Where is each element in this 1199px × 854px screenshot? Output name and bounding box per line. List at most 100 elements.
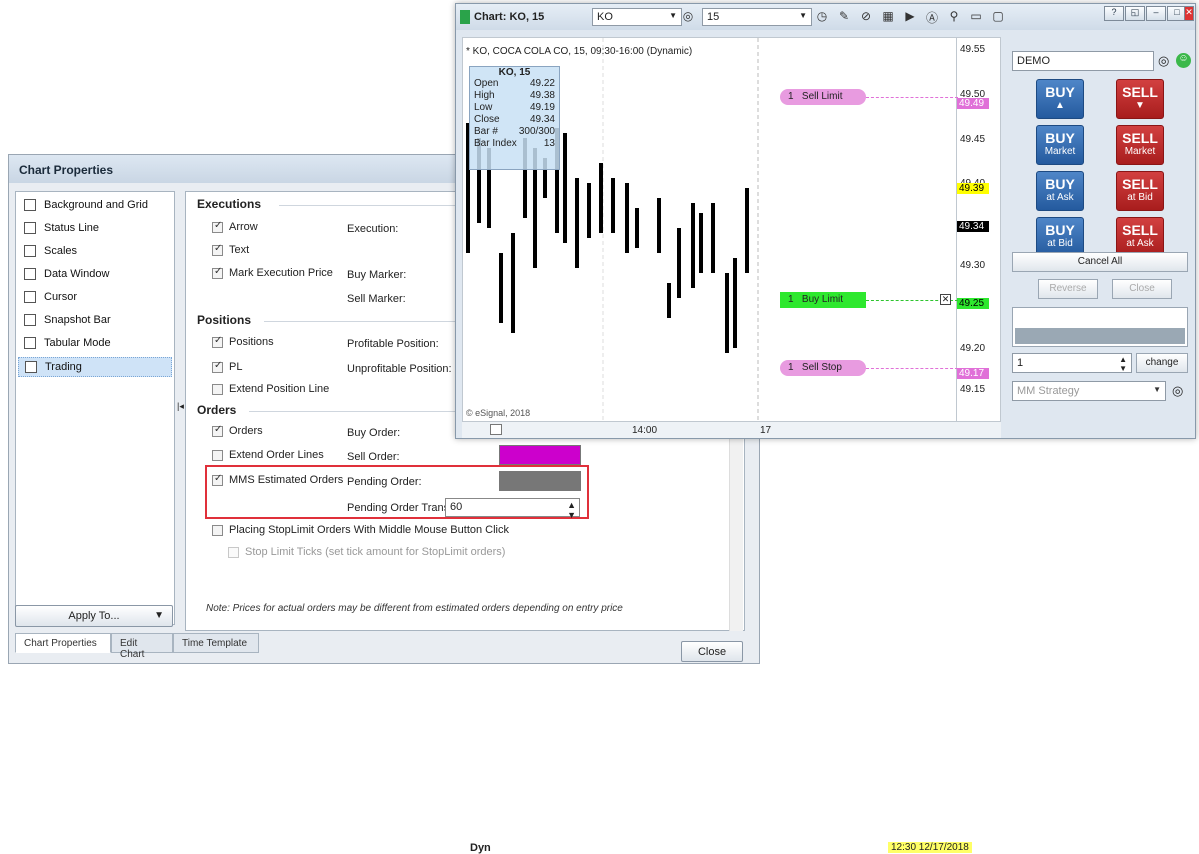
interval-input[interactable]: 15 ▼: [702, 8, 812, 26]
tab-time-template[interactable]: Time Template: [173, 633, 259, 653]
cancel-order-icon[interactable]: ✕: [940, 294, 951, 305]
stop-limit-ticks-checkbox[interactable]: [228, 547, 239, 558]
ohlc-value: 49.38: [529, 90, 555, 101]
nav-item-snapshot-bar[interactable]: Snapshot Bar: [18, 311, 172, 331]
account-link-icon[interactable]: ◎: [1158, 53, 1169, 69]
symbol-input[interactable]: KO ▼: [592, 8, 682, 26]
trade-button-sublabel: ▼: [1135, 100, 1145, 111]
sell-button-3[interactable]: SELL Market: [1116, 125, 1164, 165]
price-bar: [575, 178, 579, 268]
close-icon[interactable]: ✕: [1184, 6, 1194, 21]
sell-stop-order[interactable]: 1 Sell Stop: [780, 360, 866, 376]
trade-button-sublabel: Market: [1044, 146, 1076, 157]
quantity-stepper[interactable]: 1 ▲ ▼: [1012, 353, 1132, 373]
nav-item-scales[interactable]: Scales: [18, 242, 172, 262]
trade-close-button[interactable]: Close: [1112, 279, 1172, 299]
close-button[interactable]: Close: [681, 641, 743, 662]
indicator-icon[interactable]: ⊘: [858, 9, 874, 25]
nav-item-data-window[interactable]: Data Window: [18, 265, 172, 285]
mms-estimated-label: MMS Estimated Orders: [229, 474, 344, 486]
mark-execution-checkbox[interactable]: [212, 266, 223, 279]
extend-position-checkbox[interactable]: [212, 384, 223, 395]
trade-button-sublabel: at Bid: [1047, 238, 1073, 249]
extend-position-label: Extend Position Line: [229, 383, 330, 395]
execution-label: Execution:: [347, 223, 399, 235]
section-orders: Orders: [197, 403, 237, 417]
buy-button-0[interactable]: BUY ▲: [1036, 79, 1084, 119]
ohlc-row: Close 49.34: [470, 114, 559, 126]
sell-button-1[interactable]: SELL ▼: [1116, 79, 1164, 119]
nav-item-tabular-mode[interactable]: Tabular Mode: [18, 334, 172, 354]
restore-icon[interactable]: ◱: [1125, 6, 1145, 21]
nav-label: Trading: [45, 361, 82, 373]
section-executions: Executions: [197, 197, 262, 211]
interval-value: 15: [707, 11, 720, 23]
symbol-value: KO: [597, 11, 613, 23]
symbol-link-icon[interactable]: ◎: [680, 9, 696, 25]
ohlc-value: 300/300: [518, 126, 555, 137]
orders-checkbox[interactable]: [212, 424, 223, 437]
text-label: Text: [229, 244, 250, 256]
chevron-down-icon: ▼: [154, 610, 164, 621]
connected-icon: ☺: [1176, 53, 1191, 68]
minimize-icon[interactable]: –: [1146, 6, 1166, 21]
chat-icon[interactable]: ▢: [990, 9, 1006, 25]
tab-chart-properties[interactable]: Chart Properties: [15, 633, 111, 653]
price-bar: [691, 203, 695, 288]
clock-icon[interactable]: ◷: [814, 9, 830, 25]
buy-button-2[interactable]: BUY Market: [1036, 125, 1084, 165]
help-icon[interactable]: ?: [1104, 6, 1124, 21]
price-bar: [699, 213, 703, 273]
nav-item-cursor[interactable]: Cursor: [18, 288, 172, 308]
link-icon[interactable]: ⚲: [946, 9, 962, 25]
account-selector[interactable]: DEMO: [1012, 51, 1154, 71]
cancel-all-button[interactable]: Cancel All: [1012, 252, 1188, 272]
spinner-icon[interactable]: ▲ ▼: [1119, 355, 1127, 373]
text-checkbox[interactable]: [212, 243, 223, 256]
apply-to-button[interactable]: Apply To... ▼: [15, 605, 173, 627]
mms-estimated-checkbox[interactable]: [212, 473, 223, 486]
reverse-button[interactable]: Reverse: [1038, 279, 1098, 299]
buy-button-4[interactable]: BUY at Ask: [1036, 171, 1084, 211]
tab-edit-chart[interactable]: Edit Chart: [111, 633, 173, 660]
buy-button-6[interactable]: BUY at Bid: [1036, 217, 1084, 257]
nav-item-trading[interactable]: Trading: [18, 357, 172, 377]
snapshot-icon: [24, 314, 36, 326]
alert-icon[interactable]: Ⓐ: [924, 9, 940, 25]
transparency-stepper[interactable]: 60 ▲ ▼: [445, 498, 580, 520]
time-axis[interactable]: Dyn 14:00 17 12:30 12/17/2018: [462, 422, 1001, 854]
positions-checkbox[interactable]: [212, 335, 223, 348]
arrow-checkbox[interactable]: [212, 220, 223, 233]
sell-order-color-swatch[interactable]: [499, 445, 581, 465]
play-icon[interactable]: ▶: [902, 9, 918, 25]
nav-item-status-line[interactable]: Status Line: [18, 219, 172, 239]
collapse-arrow-icon[interactable]: |◂: [177, 401, 184, 412]
sell-button-5[interactable]: SELL at Bid: [1116, 171, 1164, 211]
placing-stoplimit-checkbox[interactable]: [212, 525, 223, 536]
spinner-icon[interactable]: ▲ ▼: [567, 500, 576, 520]
sell-limit-order[interactable]: 1 Sell Limit: [780, 89, 866, 105]
buy-limit-order[interactable]: 1 Buy Limit: [780, 292, 866, 308]
change-button[interactable]: change: [1136, 353, 1188, 373]
ohlc-value: 49.22: [529, 78, 555, 89]
price-bar: [667, 283, 671, 318]
pending-order-color-swatch[interactable]: [499, 471, 581, 491]
trade-button-sublabel: at Ask: [1046, 192, 1074, 203]
lock-icon[interactable]: [490, 424, 502, 435]
extend-order-lines-checkbox[interactable]: [212, 450, 223, 461]
nav-label: Status Line: [44, 222, 100, 234]
chart-info-line: * KO, COCA COLA CO, 15, 09:30-16:00 (Dyn…: [466, 46, 693, 57]
order-qty: 1: [788, 362, 794, 373]
keyboard-icon[interactable]: ▭: [968, 9, 984, 25]
pl-checkbox[interactable]: [212, 360, 223, 373]
apply-label: Apply To...: [68, 610, 120, 622]
sell-button-7[interactable]: SELL at Ask: [1116, 217, 1164, 257]
strategy-select[interactable]: MM Strategy ▼: [1012, 381, 1166, 401]
price-axis[interactable]: 49.5549.5049.4549.4049.3549.3049.2549.20…: [957, 37, 1001, 422]
unprofitable-position-label: Unprofitable Position:: [347, 363, 452, 375]
study-icon[interactable]: ▦: [880, 9, 896, 25]
position-box: [1012, 307, 1188, 347]
pencil-icon[interactable]: ✎: [836, 9, 852, 25]
nav-item-background-grid[interactable]: Background and Grid: [18, 196, 172, 216]
strategy-settings-icon[interactable]: ◎: [1172, 383, 1183, 399]
